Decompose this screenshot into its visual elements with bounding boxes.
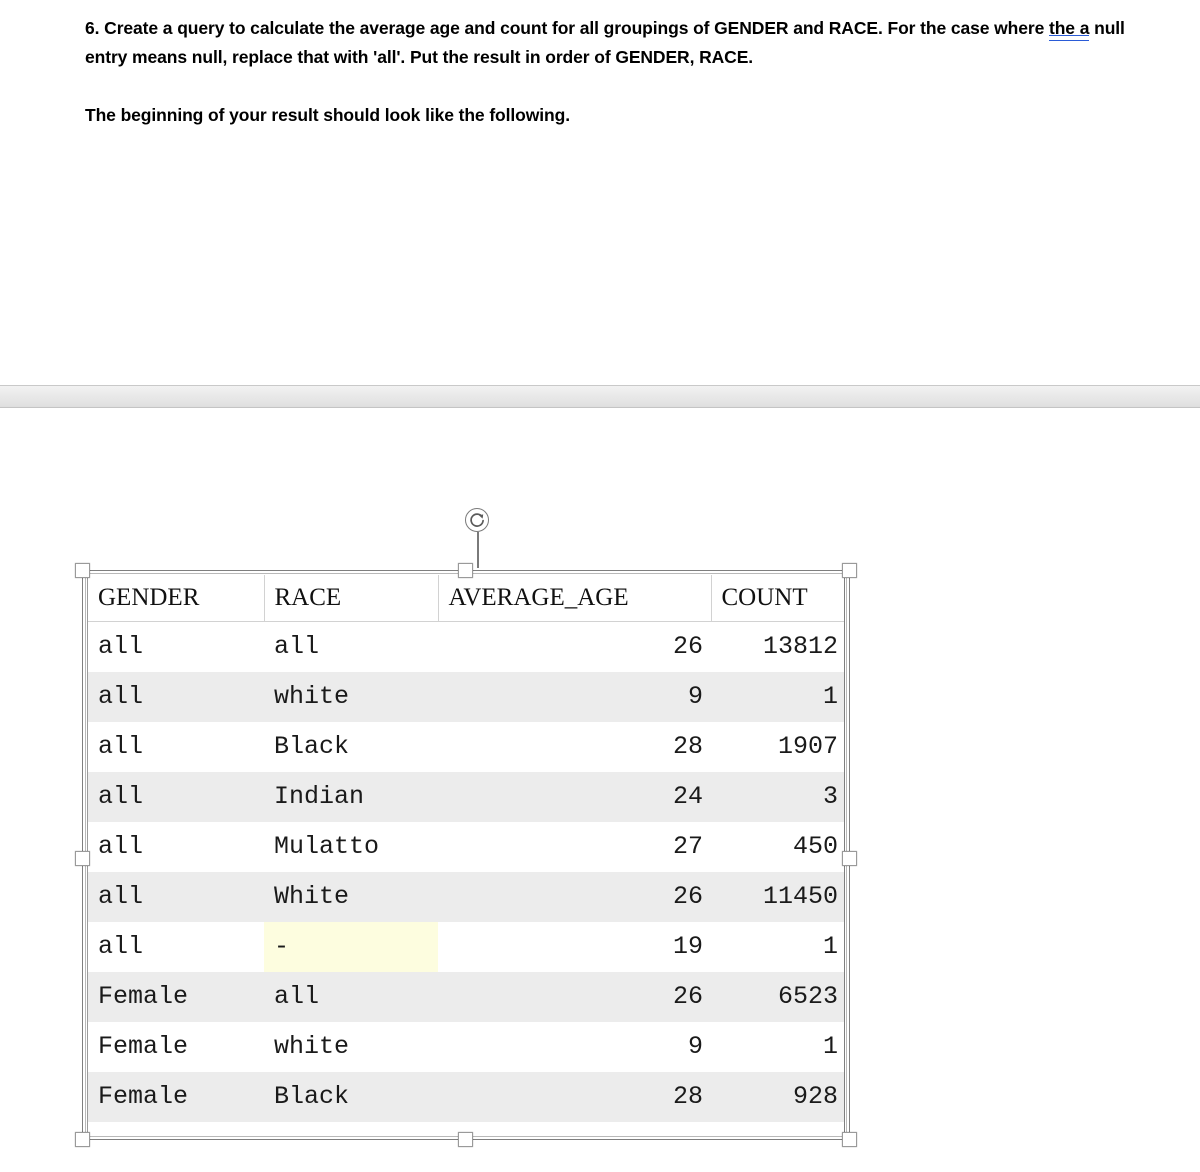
table-row: Female all 26 6523 [88, 971, 844, 1022]
cell-count: 1907 [711, 721, 844, 772]
table-row: all White 26 11450 [88, 871, 844, 922]
table-row: all Black 28 1907 [88, 721, 844, 772]
column-header-gender: GENDER [88, 575, 265, 622]
column-header-average-age: AVERAGE_AGE [438, 575, 712, 622]
cell-gender: all [88, 671, 264, 722]
cell-count: 3 [711, 771, 844, 822]
cell-average-age: 9 [438, 1021, 711, 1072]
table-row: all white 9 1 [88, 671, 844, 722]
resize-handle-top-right[interactable] [842, 563, 857, 578]
cell-count: 450 [711, 821, 844, 872]
cell-count: 1 [711, 671, 844, 722]
result-intro-paragraph: The beginning of your result should look… [85, 105, 570, 125]
table-header-row: GENDER RACE AVERAGE_AGE COUNT [88, 575, 844, 622]
cell-gender: Female [88, 1071, 264, 1122]
resize-handle-top-left[interactable] [75, 563, 90, 578]
table-row: all -19 1 [88, 921, 844, 972]
cell-average-age: 24 [438, 771, 711, 822]
cell-race: all [264, 971, 438, 1022]
grammar-suggestion-the-a[interactable]: the a [1049, 18, 1089, 38]
resize-handle-bottom-left[interactable] [75, 1132, 90, 1147]
column-header-count: COUNT [711, 575, 844, 622]
table-row: all Indian 24 3 [88, 771, 844, 822]
cell-gender: all [88, 871, 264, 922]
table-row: all Mulatto 27 450 [88, 821, 844, 872]
question-text-before-flag: 6. Create a query to calculate the avera… [85, 18, 1049, 38]
resize-handle-middle-left[interactable] [75, 851, 90, 866]
cell-count: 1 [711, 1021, 844, 1072]
cell-gender: Female [88, 971, 264, 1022]
rotate-handle-stem [477, 532, 479, 568]
cell-gender: all [88, 721, 264, 772]
rotate-icon [465, 508, 489, 532]
cell-average-age: 26 [438, 621, 711, 672]
column-header-race: RACE [264, 575, 439, 622]
cell-average-age: 9 [438, 671, 711, 722]
cell-race: - [264, 921, 438, 972]
cell-race: Mulatto [264, 821, 438, 872]
cell-average-age: 26 [438, 971, 711, 1022]
question-paragraph: 6. Create a query to calculate the avera… [85, 14, 1125, 72]
query-result-table-image: GENDER RACE AVERAGE_AGE COUNT all all 26 13… [87, 575, 845, 1135]
cell-gender: all [88, 821, 264, 872]
cell-average-age: 28 [438, 721, 711, 772]
cell-average-age: 27 [438, 821, 711, 872]
cell-gender: Female [88, 1021, 264, 1072]
resize-handle-bottom-right[interactable] [842, 1132, 857, 1147]
resize-handle-bottom-center[interactable] [458, 1132, 473, 1147]
table-row: all all 26 13812 [88, 621, 844, 672]
cell-gender: all [88, 771, 264, 822]
resize-handle-top-center[interactable] [458, 563, 473, 578]
cell-race: Black [264, 721, 438, 772]
rotate-handle[interactable] [465, 508, 491, 568]
table-row: Female white 9 1 [88, 1021, 844, 1072]
cell-race: Indian [264, 771, 438, 822]
cell-race: all [264, 621, 438, 672]
page-break-divider [0, 385, 1200, 408]
cell-count: 11450 [711, 871, 844, 922]
cell-gender: all [88, 621, 264, 672]
document-text-block: 6. Create a query to calculate the avera… [85, 14, 1125, 130]
cell-race: White [264, 871, 438, 922]
table-body: all all 26 13812 all white 9 1 all Black 28 1907 all… [88, 621, 844, 1122]
resize-handle-middle-right[interactable] [842, 851, 857, 866]
cell-average-age: 28 [438, 1071, 711, 1122]
cell-count: 6523 [711, 971, 844, 1022]
cell-average-age: 26 [438, 871, 711, 922]
cell-race: white [264, 671, 438, 722]
cell-count: 13812 [711, 621, 844, 672]
cell-race: white [264, 1021, 438, 1072]
selected-picture-object[interactable]: GENDER RACE AVERAGE_AGE COUNT all all 26 13… [75, 508, 857, 1147]
query-result-table: GENDER RACE AVERAGE_AGE COUNT all all 26 13… [88, 575, 844, 1122]
cell-gender: all [88, 921, 264, 972]
cell-count: 1 [711, 921, 844, 972]
cell-count: 928 [711, 1071, 844, 1122]
cell-race: Black [264, 1071, 438, 1122]
cell-average-age: 19 [438, 921, 711, 972]
table-row: Female Black 28 928 [88, 1071, 844, 1122]
